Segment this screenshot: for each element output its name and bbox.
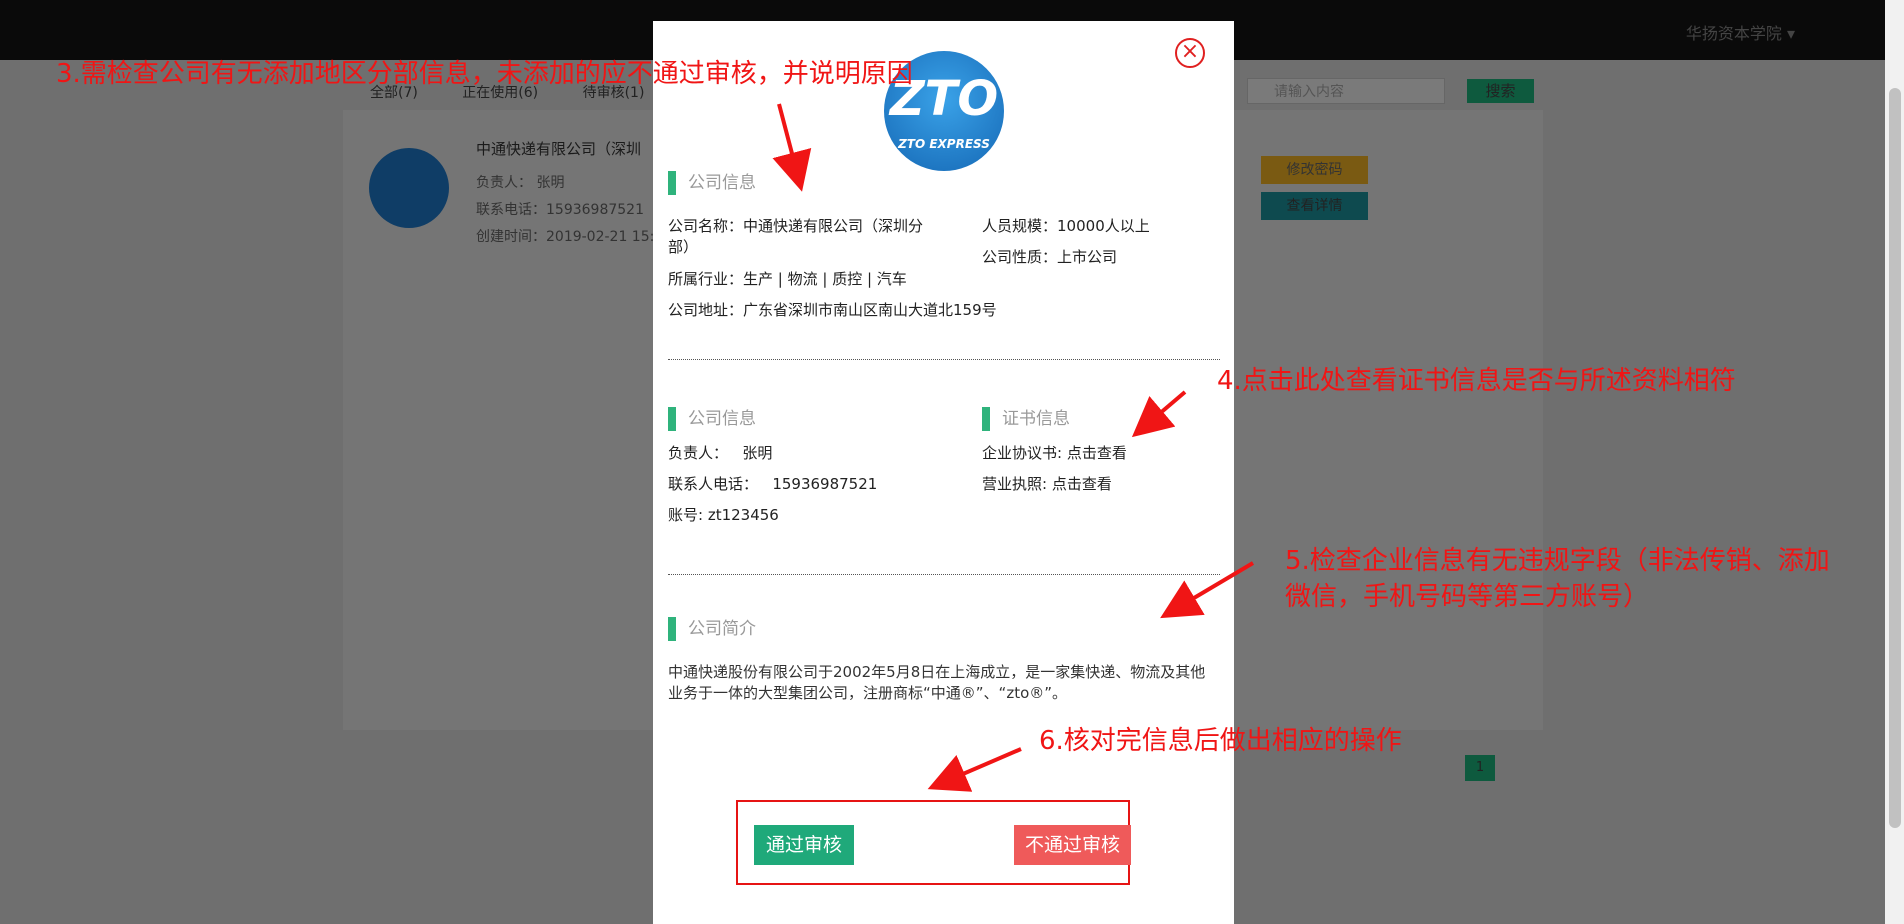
arrow-annotation-3	[772, 103, 812, 192]
arrow-annotation-4	[1131, 390, 1187, 438]
annotation-arrows	[772, 103, 1255, 792]
arrow-annotation-6	[927, 747, 1022, 792]
arrow-annotation-5	[1160, 561, 1255, 619]
